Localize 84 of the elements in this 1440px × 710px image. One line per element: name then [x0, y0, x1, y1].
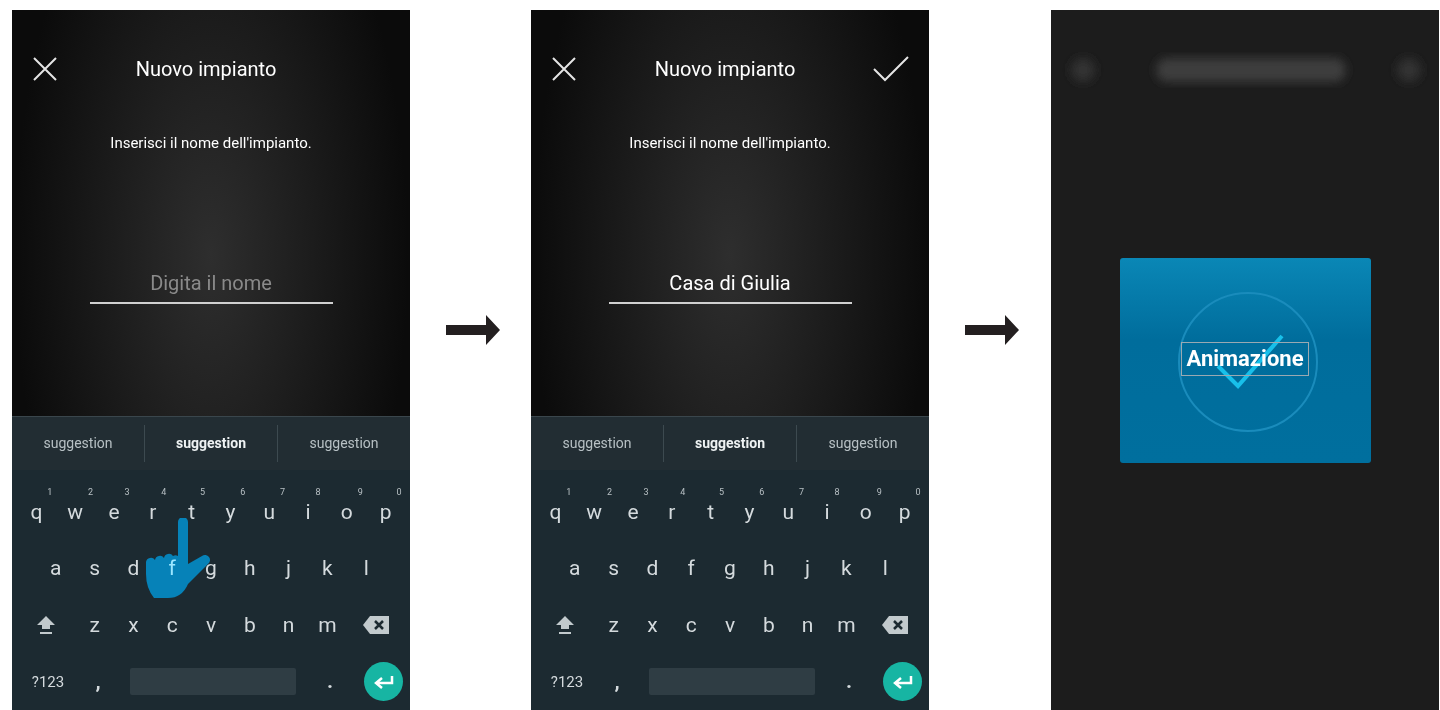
arrow-icon: [965, 314, 1019, 346]
key-hint: 9: [357, 487, 363, 497]
screen-title: Nuovo impianto: [654, 56, 796, 83]
instruction-text: Inserisci il nome dell'impianto.: [110, 133, 312, 154]
keyboard-key[interactable]: l: [359, 554, 373, 584]
symbols-key[interactable]: ?123: [31, 670, 65, 693]
name-input-field[interactable]: Casa di Giulia: [608, 267, 852, 304]
keyboard-key[interactable]: b: [758, 610, 779, 640]
key-hint: 7: [798, 487, 804, 497]
suggestion-item[interactable]: suggestion: [309, 425, 379, 462]
keyboard-key[interactable]: j: [801, 554, 815, 584]
keyboard-key[interactable]: h: [240, 554, 260, 584]
screen-title: Nuovo impianto: [135, 56, 277, 83]
keyboard-key[interactable]: l: [878, 554, 892, 584]
keyboard-key[interactable]: k: [837, 554, 856, 584]
key-hint: 5: [199, 487, 206, 497]
comma-key[interactable]: ,: [614, 671, 620, 693]
key-hint: 8: [315, 487, 321, 497]
suggestion-item[interactable]: suggestion: [828, 425, 898, 462]
keyboard-key[interactable]: n: [797, 610, 818, 640]
keyboard-key[interactable]: d: [642, 554, 663, 584]
keyboard-key[interactable]: s: [85, 554, 104, 584]
key-hint: 2: [88, 487, 94, 497]
check-circle-icon: [1175, 290, 1320, 434]
keyboard-key[interactable]: d: [123, 554, 144, 584]
key-hint: 5: [718, 487, 725, 497]
instruction-text: Inserisci il nome dell'impianto.: [629, 133, 831, 154]
keyboard-key[interactable]: z: [604, 610, 623, 640]
keyboard-key[interactable]: f: [683, 554, 699, 584]
shift-icon[interactable]: [555, 615, 576, 636]
keyboard-key[interactable]: g: [720, 554, 740, 584]
key-hint: 4: [161, 487, 167, 497]
key-hint: 2: [607, 487, 613, 497]
shift-icon[interactable]: [36, 615, 57, 636]
keyboard-key[interactable]: z: [85, 610, 104, 640]
arrow-icon: [446, 314, 500, 346]
key-hint: 7: [279, 487, 285, 497]
enter-button[interactable]: [883, 662, 922, 702]
key-hint: 6: [759, 487, 765, 497]
keyboard-key[interactable]: a: [46, 554, 66, 584]
keyboard-key[interactable]: m: [833, 610, 860, 640]
key-hint: 0: [396, 487, 402, 497]
keyboard-key[interactable]: g: [201, 554, 221, 584]
suggestion-item[interactable]: suggestion: [43, 425, 113, 462]
keyboard-key[interactable]: b: [239, 610, 260, 640]
confirm-check-icon[interactable]: [873, 56, 909, 82]
keyboard-key[interactable]: a: [565, 554, 585, 584]
keyboard-key[interactable]: c: [162, 610, 182, 640]
key-hint: 1: [47, 487, 53, 497]
backspace-icon[interactable]: [880, 615, 909, 636]
keyboard-key[interactable]: h: [759, 554, 779, 584]
key-hint: 4: [680, 487, 686, 497]
key-hint: 0: [915, 487, 921, 497]
keyboard-key[interactable]: c: [681, 610, 701, 640]
keyboard-key[interactable]: n: [278, 610, 299, 640]
return-arrow-icon: [373, 674, 394, 689]
keyboard-key[interactable]: s: [604, 554, 623, 584]
key-hint: 1: [566, 487, 572, 497]
keyboard-key[interactable]: m: [314, 610, 341, 640]
key-hint: 3: [124, 487, 130, 497]
comma-key[interactable]: ,: [95, 671, 101, 693]
keyboard-key[interactable]: j: [282, 554, 296, 584]
key-hint: 6: [240, 487, 246, 497]
enter-button[interactable]: [364, 662, 403, 702]
close-icon[interactable]: [551, 56, 577, 82]
animation-label: Animazione: [1181, 341, 1309, 376]
key-hint: 8: [834, 487, 840, 497]
name-input-field[interactable]: Digita il nome: [89, 267, 333, 304]
key-hint: 3: [643, 487, 649, 497]
close-icon[interactable]: [32, 56, 58, 82]
suggestion-item[interactable]: suggestion: [562, 425, 632, 462]
period-key[interactable]: .: [326, 671, 334, 693]
keyboard-key[interactable]: v: [201, 610, 221, 640]
suggestion-item[interactable]: suggestion: [176, 425, 246, 462]
keyboard-key[interactable]: v: [720, 610, 740, 640]
return-arrow-icon: [892, 674, 913, 689]
keyboard-key[interactable]: x: [643, 610, 662, 640]
period-key[interactable]: .: [845, 671, 853, 693]
keyboard-key[interactable]: k: [318, 554, 337, 584]
key-hint: 9: [876, 487, 882, 497]
suggestion-item[interactable]: suggestion: [695, 425, 765, 462]
backspace-icon[interactable]: [361, 615, 390, 636]
symbols-key[interactable]: ?123: [550, 670, 584, 693]
keyboard-key[interactable]: x: [124, 610, 143, 640]
